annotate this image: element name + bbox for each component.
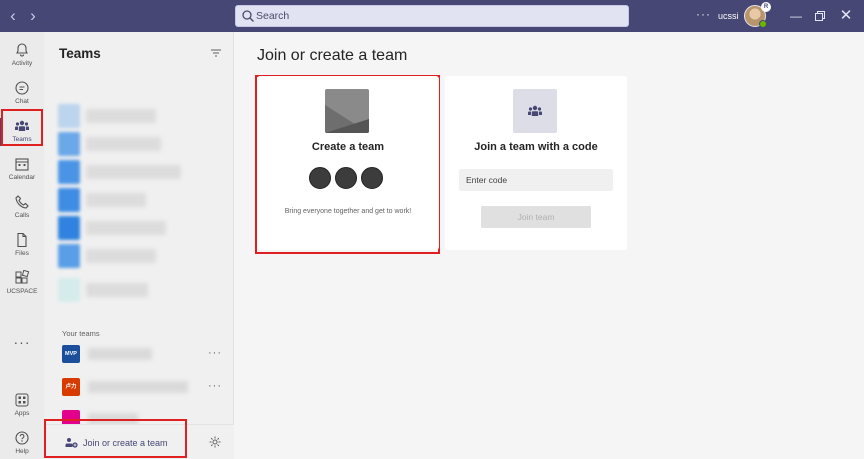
team-name — [88, 348, 152, 360]
team-avatar-icon: MVP — [62, 345, 80, 363]
back-arrow-icon[interactable]: ‹ — [4, 6, 22, 26]
rail-item-calls[interactable]: Calls — [0, 190, 44, 226]
rail-label: Activity — [11, 60, 33, 67]
search-bar[interactable]: Search — [235, 5, 629, 27]
rail-item-help[interactable]: Help — [0, 426, 44, 459]
list-item[interactable] — [58, 242, 208, 270]
help-icon — [15, 431, 29, 445]
apps-grid-icon — [15, 270, 30, 284]
create-team-illustration-icon — [325, 89, 369, 133]
rail-label: Apps — [14, 410, 30, 417]
join-team-button[interactable]: Join team — [481, 206, 591, 228]
teams-icon — [528, 105, 542, 116]
team-row[interactable]: MVP ··· — [58, 343, 228, 367]
app-rail: Activity Chat Teams Calendar Calls Files… — [0, 32, 44, 459]
join-team-card: Join a team with a code Join team — [445, 76, 627, 250]
phone-icon — [15, 195, 29, 209]
user-name: ucssi — [718, 11, 739, 21]
panel-title: Teams — [59, 46, 101, 61]
people-avatars-icon — [309, 167, 385, 189]
rail-item-apps[interactable]: Apps — [0, 388, 44, 424]
more-apps-icon[interactable]: ··· — [0, 334, 44, 350]
more-options-icon[interactable]: ··· — [208, 347, 222, 359]
rail-item-calendar[interactable]: Calendar — [0, 152, 44, 188]
team-row[interactable]: 卢力 ··· — [58, 376, 228, 400]
apps-icon — [15, 393, 29, 407]
rail-item-files[interactable]: Files — [0, 228, 44, 264]
rail-label: Calendar — [8, 174, 36, 181]
avatar[interactable]: R — [744, 2, 771, 28]
forward-arrow-icon[interactable]: › — [24, 6, 42, 26]
rail-label: Help — [15, 448, 29, 455]
rail-item-ucspace[interactable]: UCSPACE — [0, 266, 44, 302]
presence-icon — [759, 20, 767, 28]
avatar-badge: R — [761, 2, 771, 12]
team-code-input[interactable] — [459, 169, 613, 191]
team-name — [88, 381, 188, 393]
file-icon — [17, 232, 27, 248]
list-item[interactable] — [58, 214, 208, 242]
list-item[interactable] — [58, 130, 208, 158]
search-placeholder: Search — [256, 10, 290, 22]
restore-icon[interactable] — [810, 6, 830, 26]
list-item[interactable] — [58, 102, 208, 130]
join-team-title: Join a team with a code — [474, 141, 598, 153]
highlight-box — [44, 419, 187, 458]
gear-icon[interactable] — [208, 435, 222, 449]
list-item[interactable] — [58, 276, 208, 304]
close-icon[interactable]: ✕ — [836, 6, 856, 26]
minimize-icon[interactable]: — — [786, 6, 806, 26]
search-icon — [242, 10, 254, 22]
your-teams-label: Your teams — [62, 329, 100, 338]
rail-label: UCSPACE — [6, 288, 38, 295]
more-options-icon[interactable]: ··· — [696, 7, 711, 21]
list-item[interactable] — [58, 186, 208, 214]
chat-icon — [15, 81, 29, 95]
filter-icon[interactable] — [210, 47, 222, 59]
bell-icon — [16, 43, 28, 57]
page-title: Join or create a team — [257, 47, 408, 64]
calendar-icon — [15, 158, 29, 171]
join-team-illustration — [513, 89, 557, 133]
create-team-card[interactable]: Create a team Bring everyone together an… — [257, 76, 439, 250]
create-team-subtitle: Bring everyone together and get to work! — [284, 208, 412, 215]
teams-panel: Teams Your teams MVP ··· 卢力 ··· Join or … — [44, 32, 234, 459]
more-options-icon[interactable]: ··· — [208, 380, 222, 392]
list-item[interactable] — [58, 158, 208, 186]
rail-label: Calls — [14, 212, 30, 219]
rail-item-chat[interactable]: Chat — [0, 76, 44, 112]
create-team-title: Create a team — [311, 141, 385, 153]
team-avatar-icon: 卢力 — [62, 378, 80, 396]
rail-label: Chat — [15, 98, 29, 105]
rail-item-activity[interactable]: Activity — [0, 38, 44, 74]
highlight-box — [1, 109, 43, 146]
title-bar: ‹ › Search ··· ucssi R — ✕ — [0, 0, 864, 32]
rail-label: Files — [15, 250, 29, 257]
